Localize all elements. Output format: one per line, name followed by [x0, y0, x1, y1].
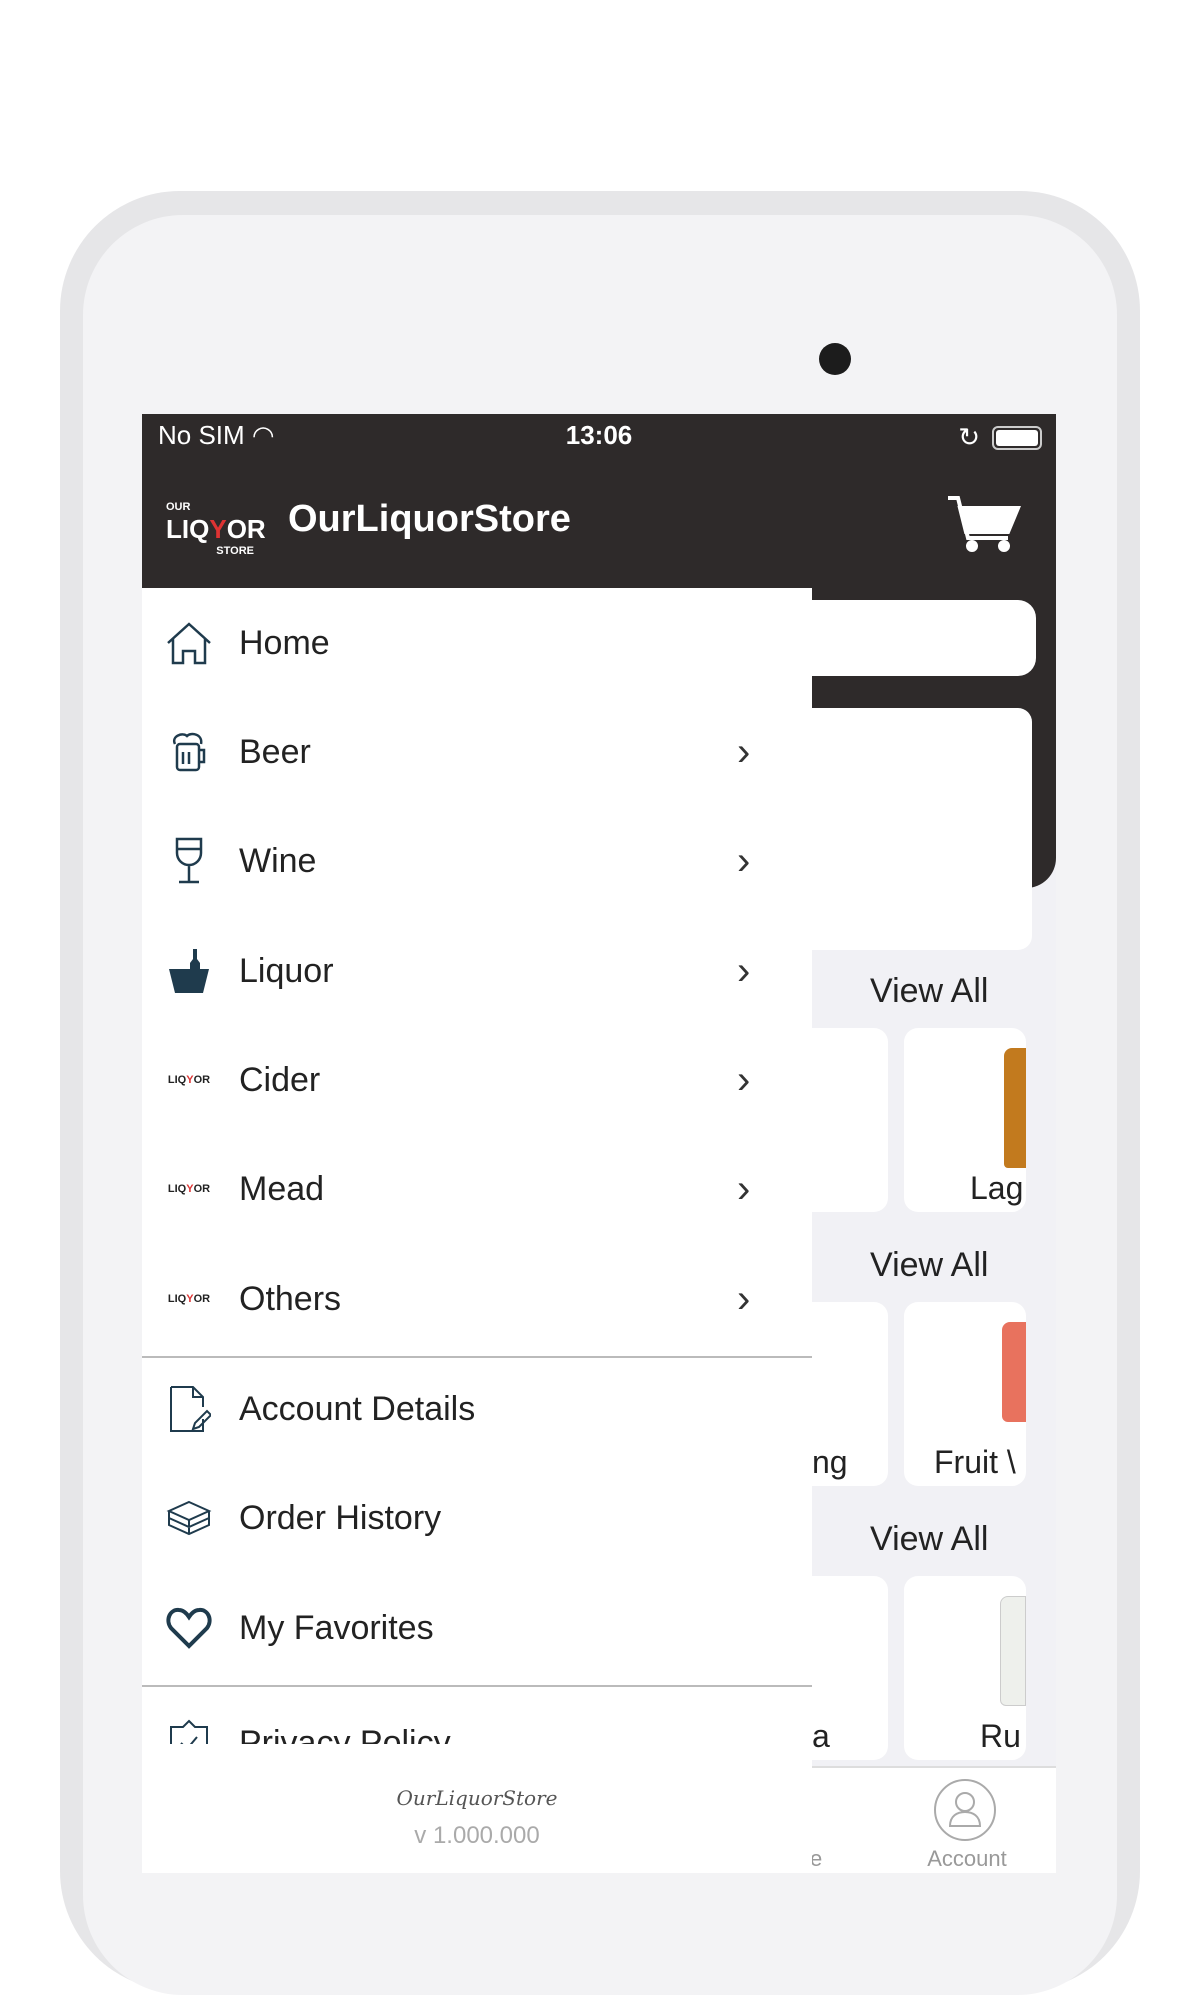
product-label: a [812, 1718, 830, 1754]
menu-item-label: Privacy Policy [239, 1723, 451, 1745]
menu-item-liquor[interactable]: Liquor › [142, 921, 812, 1021]
menu-item-label: Account Details [239, 1389, 476, 1428]
camera [819, 343, 851, 375]
cart-icon[interactable] [946, 494, 1022, 559]
account-icon[interactable] [930, 1778, 1000, 1848]
app-header: OUR LIQYOR STORE OurLiquorStore [142, 456, 1056, 588]
menu-item-label: Beer [239, 732, 311, 771]
menu-item-label: Home [239, 623, 330, 662]
home-icon [164, 618, 214, 668]
menu-item-label: Wine [239, 841, 317, 880]
menu-item-label: Order History [239, 1498, 442, 1537]
wine-glass-icon [164, 836, 214, 886]
rotation-lock-icon: ↻ [958, 422, 980, 452]
menu-item-others[interactable]: LIQ Y OR Others › [142, 1249, 812, 1349]
divider [142, 1356, 812, 1358]
view-all-link[interactable]: View All [870, 972, 988, 1011]
app-title: OurLiquorStore [288, 498, 571, 540]
menu-item-label: Cider [239, 1060, 321, 1099]
product-label: Ru [980, 1718, 1021, 1754]
menu-item-home[interactable]: Home [142, 593, 812, 693]
menu-scroll-clip: Privacy Policy [142, 1687, 812, 1744]
menu-item-label: Mead [239, 1169, 325, 1208]
shield-check-icon [164, 1718, 214, 1744]
nav-account-label[interactable]: Account [882, 1846, 1052, 1872]
chevron-right-icon[interactable]: › [737, 730, 750, 775]
store-logo-icon: LIQ Y OR [167, 1292, 211, 1305]
chevron-right-icon[interactable]: › [737, 1058, 750, 1103]
status-bar: No SIM ◠ 13:06 ↻ [142, 414, 1056, 456]
document-edit-icon [164, 1384, 214, 1434]
menu-item-cider[interactable]: LIQ Y OR Cider › [142, 1030, 812, 1130]
box-icon [164, 1493, 214, 1543]
side-drawer: Home Beer › Wine › Liquor › LIQ Y OR Cider… [142, 588, 812, 1873]
menu-item-my-favorites[interactable]: My Favorites [142, 1578, 812, 1678]
heart-icon [164, 1603, 214, 1653]
menu-item-account-details[interactable]: Account Details [142, 1359, 812, 1459]
banner-card[interactable] [782, 708, 1032, 950]
menu-item-label: Others [239, 1279, 342, 1318]
menu-item-label: My Favorites [239, 1608, 434, 1647]
beer-mug-icon [164, 727, 214, 777]
search-card[interactable] [782, 600, 1036, 676]
view-all-link[interactable]: View All [870, 1246, 988, 1285]
product-label: Fruit \ [934, 1444, 1016, 1480]
menu-item-privacy-policy[interactable]: Privacy Policy [142, 1693, 812, 1744]
menu-item-label: Liquor [239, 951, 334, 990]
store-logo-icon: LIQ Y OR [167, 1073, 211, 1086]
menu-item-order-history[interactable]: Order History [142, 1468, 812, 1568]
store-logo: OUR LIQYOR STORE [166, 501, 266, 557]
app-screen: No SIM ◠ 13:06 ↻ OUR LIQYOR STORE OurLiquo… [142, 414, 1056, 1873]
battery-icon [992, 425, 1042, 450]
chevron-right-icon[interactable]: › [737, 1167, 750, 1212]
chevron-right-icon[interactable]: › [737, 839, 750, 884]
beer-bottle-image [1004, 1048, 1026, 1168]
footer-logo: OurLiquorStore [396, 1786, 558, 1810]
chevron-right-icon[interactable]: › [737, 1277, 750, 1322]
menu-item-wine[interactable]: Wine › [142, 811, 812, 911]
chevron-right-icon[interactable]: › [737, 949, 750, 994]
view-all-link[interactable]: View All [870, 1520, 988, 1559]
product-label: ng [812, 1444, 848, 1480]
ice-bucket-icon [164, 946, 214, 996]
store-logo-icon: LIQ Y OR [167, 1182, 211, 1195]
menu-item-mead[interactable]: LIQ Y OR Mead › [142, 1139, 812, 1239]
menu-item-beer[interactable]: Beer › [142, 702, 812, 802]
fruit-wine-image [1002, 1322, 1026, 1422]
status-right: ↻ [958, 422, 1042, 453]
rum-bottle-image [1000, 1596, 1026, 1706]
clock: 13:06 [565, 420, 633, 450]
version-text: v 1.000.000 [414, 1822, 540, 1849]
product-label: Lag [970, 1170, 1024, 1206]
